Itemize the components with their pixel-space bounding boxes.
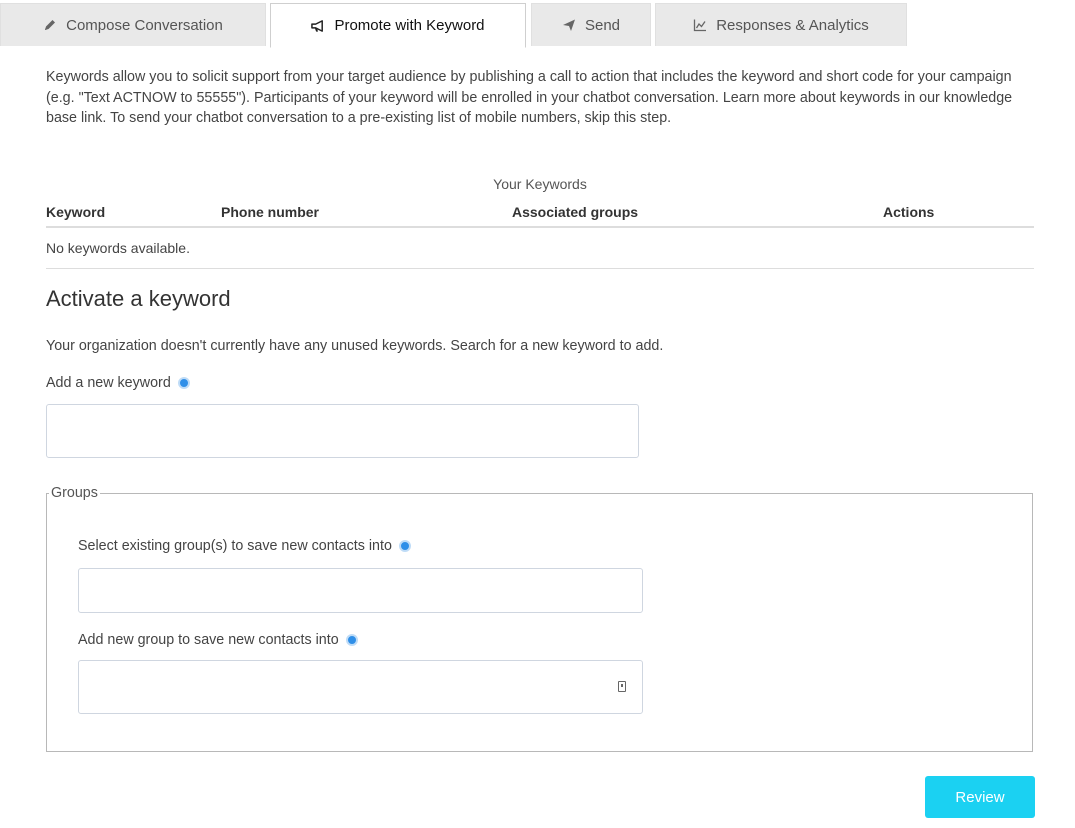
tab-label: Compose Conversation <box>66 16 223 34</box>
existing-groups-select[interactable] <box>78 568 643 613</box>
tab-label: Responses & Analytics <box>716 16 869 34</box>
existing-groups-label-row: Select existing group(s) to save new con… <box>78 538 411 554</box>
info-icon[interactable] <box>345 634 358 646</box>
add-keyword-input[interactable] <box>46 404 639 458</box>
column-header-associated-groups: Associated groups <box>512 204 639 220</box>
no-unused-keywords-note: Your organization doesn't currently have… <box>46 338 664 354</box>
column-header-keyword: Keyword <box>46 204 106 220</box>
activate-keyword-heading: Activate a keyword <box>46 286 231 311</box>
tab-compose-conversation[interactable]: Compose Conversation <box>0 3 266 46</box>
new-group-label-row: Add new group to save new contacts into <box>78 632 358 648</box>
keywords-table-header: Keyword Phone number Associated groups A… <box>46 204 1034 228</box>
intro-paragraph: Keywords allow you to solicit support fr… <box>46 69 1013 126</box>
tab-responses-analytics[interactable]: Responses & Analytics <box>655 3 907 46</box>
new-group-input[interactable] <box>78 660 643 714</box>
existing-groups-label: Select existing group(s) to save new con… <box>78 538 392 554</box>
tab-promote-with-keyword[interactable]: Promote with Keyword <box>270 3 526 48</box>
paper-plane-icon <box>562 18 576 32</box>
info-icon[interactable] <box>398 540 411 552</box>
autofill-key-icon[interactable] <box>618 681 626 692</box>
review-button[interactable]: Review <box>925 776 1035 818</box>
tab-label: Promote with Keyword <box>334 17 485 34</box>
add-keyword-label-row: Add a new keyword <box>46 375 190 391</box>
tab-send[interactable]: Send <box>531 3 651 46</box>
new-group-label: Add new group to save new contacts into <box>78 632 339 648</box>
tab-bar: Compose Conversation Promote with Keywor… <box>0 0 1075 48</box>
tab-label: Send <box>584 16 621 34</box>
keywords-table-caption: Your Keywords <box>493 176 587 192</box>
keywords-empty-row: No keywords available. <box>46 228 1034 269</box>
groups-legend: Groups <box>51 485 98 501</box>
add-keyword-label: Add a new keyword <box>46 375 171 391</box>
info-icon[interactable] <box>177 377 190 389</box>
pencil-icon <box>43 18 57 32</box>
column-header-actions: Actions <box>883 204 935 220</box>
line-chart-icon <box>693 18 707 32</box>
megaphone-icon <box>311 19 325 33</box>
column-header-phone-number: Phone number <box>221 204 320 220</box>
